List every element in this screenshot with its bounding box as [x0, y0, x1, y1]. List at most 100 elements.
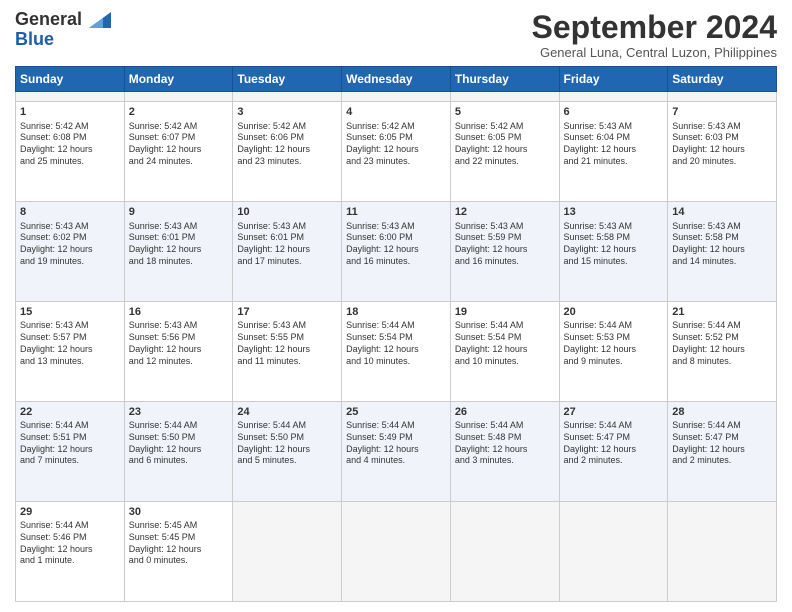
- sunrise-text: Sunrise: 5:43 AM: [564, 121, 664, 133]
- daylight-hours-text: Daylight: 12 hours: [20, 344, 120, 356]
- sunset-text: Sunset: 5:56 PM: [129, 332, 229, 344]
- table-row: [559, 502, 668, 602]
- day-number: 17: [237, 305, 337, 319]
- day-number: 22: [20, 405, 120, 419]
- table-row: [124, 92, 233, 102]
- table-row: 19Sunrise: 5:44 AMSunset: 5:54 PMDayligh…: [450, 302, 559, 402]
- table-row: [559, 92, 668, 102]
- daylight-minutes-text: and 2 minutes.: [564, 455, 664, 467]
- table-row: 23Sunrise: 5:44 AMSunset: 5:50 PMDayligh…: [124, 402, 233, 502]
- sunset-text: Sunset: 6:07 PM: [129, 132, 229, 144]
- sunrise-text: Sunrise: 5:43 AM: [20, 221, 120, 233]
- table-row: 20Sunrise: 5:44 AMSunset: 5:53 PMDayligh…: [559, 302, 668, 402]
- day-number: 3: [237, 105, 337, 119]
- table-row: 13Sunrise: 5:43 AMSunset: 5:58 PMDayligh…: [559, 202, 668, 302]
- sunrise-text: Sunrise: 5:44 AM: [20, 420, 120, 432]
- sunrise-text: Sunrise: 5:44 AM: [20, 520, 120, 532]
- daylight-hours-text: Daylight: 12 hours: [672, 144, 772, 156]
- daylight-minutes-text: and 7 minutes.: [20, 455, 120, 467]
- daylight-minutes-text: and 23 minutes.: [237, 156, 337, 168]
- daylight-minutes-text: and 16 minutes.: [346, 256, 446, 268]
- daylight-hours-text: Daylight: 12 hours: [564, 144, 664, 156]
- daylight-hours-text: Daylight: 12 hours: [20, 244, 120, 256]
- sunset-text: Sunset: 6:03 PM: [672, 132, 772, 144]
- sunset-text: Sunset: 5:57 PM: [20, 332, 120, 344]
- daylight-minutes-text: and 3 minutes.: [455, 455, 555, 467]
- day-number: 24: [237, 405, 337, 419]
- sunset-text: Sunset: 6:01 PM: [237, 232, 337, 244]
- table-row: 17Sunrise: 5:43 AMSunset: 5:55 PMDayligh…: [233, 302, 342, 402]
- sunrise-text: Sunrise: 5:44 AM: [564, 420, 664, 432]
- table-row: [233, 92, 342, 102]
- header: General Blue September 2024 General Luna…: [15, 10, 777, 60]
- daylight-minutes-text: and 24 minutes.: [129, 156, 229, 168]
- daylight-hours-text: Daylight: 12 hours: [672, 344, 772, 356]
- sunrise-text: Sunrise: 5:43 AM: [237, 221, 337, 233]
- daylight-minutes-text: and 19 minutes.: [20, 256, 120, 268]
- col-saturday: Saturday: [668, 67, 777, 92]
- day-number: 12: [455, 205, 555, 219]
- sunset-text: Sunset: 6:04 PM: [564, 132, 664, 144]
- sunset-text: Sunset: 5:50 PM: [237, 432, 337, 444]
- title-section: September 2024 General Luna, Central Luz…: [532, 10, 777, 60]
- daylight-hours-text: Daylight: 12 hours: [20, 144, 120, 156]
- sunrise-text: Sunrise: 5:43 AM: [237, 320, 337, 332]
- sunset-text: Sunset: 5:58 PM: [672, 232, 772, 244]
- daylight-minutes-text: and 4 minutes.: [346, 455, 446, 467]
- day-number: 20: [564, 305, 664, 319]
- day-number: 2: [129, 105, 229, 119]
- day-number: 21: [672, 305, 772, 319]
- daylight-hours-text: Daylight: 12 hours: [129, 344, 229, 356]
- sunset-text: Sunset: 5:46 PM: [20, 532, 120, 544]
- sunrise-text: Sunrise: 5:44 AM: [672, 420, 772, 432]
- table-row: 29Sunrise: 5:44 AMSunset: 5:46 PMDayligh…: [16, 502, 125, 602]
- daylight-hours-text: Daylight: 12 hours: [237, 444, 337, 456]
- table-row: 1Sunrise: 5:42 AMSunset: 6:08 PMDaylight…: [16, 102, 125, 202]
- sunset-text: Sunset: 5:55 PM: [237, 332, 337, 344]
- col-monday: Monday: [124, 67, 233, 92]
- table-row: [668, 92, 777, 102]
- table-row: [342, 92, 451, 102]
- sunset-text: Sunset: 5:54 PM: [455, 332, 555, 344]
- sunset-text: Sunset: 6:06 PM: [237, 132, 337, 144]
- day-number: 18: [346, 305, 446, 319]
- sunrise-text: Sunrise: 5:42 AM: [346, 121, 446, 133]
- day-number: 10: [237, 205, 337, 219]
- sunset-text: Sunset: 5:52 PM: [672, 332, 772, 344]
- daylight-minutes-text: and 14 minutes.: [672, 256, 772, 268]
- sunset-text: Sunset: 5:53 PM: [564, 332, 664, 344]
- col-thursday: Thursday: [450, 67, 559, 92]
- table-row: 12Sunrise: 5:43 AMSunset: 5:59 PMDayligh…: [450, 202, 559, 302]
- sunrise-text: Sunrise: 5:42 AM: [237, 121, 337, 133]
- sunrise-text: Sunrise: 5:43 AM: [129, 320, 229, 332]
- sunset-text: Sunset: 6:05 PM: [346, 132, 446, 144]
- daylight-hours-text: Daylight: 12 hours: [20, 444, 120, 456]
- day-number: 14: [672, 205, 772, 219]
- table-row: 28Sunrise: 5:44 AMSunset: 5:47 PMDayligh…: [668, 402, 777, 502]
- table-row: 2Sunrise: 5:42 AMSunset: 6:07 PMDaylight…: [124, 102, 233, 202]
- daylight-minutes-text: and 10 minutes.: [346, 356, 446, 368]
- day-number: 5: [455, 105, 555, 119]
- logo: General Blue: [15, 10, 111, 50]
- daylight-minutes-text: and 13 minutes.: [20, 356, 120, 368]
- col-friday: Friday: [559, 67, 668, 92]
- sunset-text: Sunset: 5:54 PM: [346, 332, 446, 344]
- sunset-text: Sunset: 6:08 PM: [20, 132, 120, 144]
- table-row: 4Sunrise: 5:42 AMSunset: 6:05 PMDaylight…: [342, 102, 451, 202]
- calendar-body: 1Sunrise: 5:42 AMSunset: 6:08 PMDaylight…: [16, 92, 777, 602]
- daylight-hours-text: Daylight: 12 hours: [455, 344, 555, 356]
- table-row: 21Sunrise: 5:44 AMSunset: 5:52 PMDayligh…: [668, 302, 777, 402]
- table-row: [233, 502, 342, 602]
- daylight-hours-text: Daylight: 12 hours: [672, 444, 772, 456]
- table-row: 6Sunrise: 5:43 AMSunset: 6:04 PMDaylight…: [559, 102, 668, 202]
- sunrise-text: Sunrise: 5:44 AM: [129, 420, 229, 432]
- day-number: 19: [455, 305, 555, 319]
- table-row: 14Sunrise: 5:43 AMSunset: 5:58 PMDayligh…: [668, 202, 777, 302]
- sunset-text: Sunset: 5:47 PM: [672, 432, 772, 444]
- day-number: 4: [346, 105, 446, 119]
- daylight-hours-text: Daylight: 12 hours: [237, 344, 337, 356]
- daylight-minutes-text: and 22 minutes.: [455, 156, 555, 168]
- day-number: 28: [672, 405, 772, 419]
- col-sunday: Sunday: [16, 67, 125, 92]
- sunset-text: Sunset: 6:01 PM: [129, 232, 229, 244]
